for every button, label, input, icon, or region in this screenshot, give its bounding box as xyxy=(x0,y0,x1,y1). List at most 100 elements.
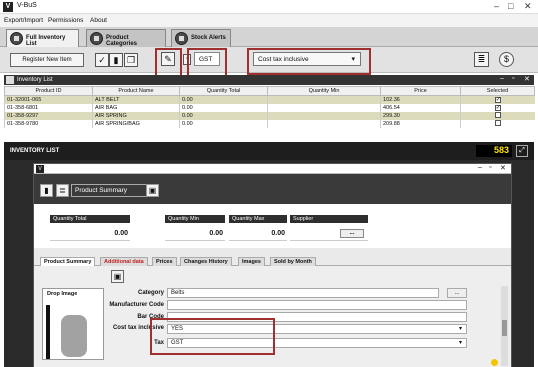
trash-icon[interactable]: ▮ xyxy=(40,184,53,197)
metric-label: Quantity Total xyxy=(50,215,130,223)
cell-product-name: AIR SPRING xyxy=(92,111,180,120)
col-selected[interactable]: Selected xyxy=(460,86,535,96)
cell-selected xyxy=(460,119,535,128)
categories-icon xyxy=(90,32,103,45)
metric-value[interactable]: 0.00 xyxy=(50,223,130,241)
cell-selected: ✓ xyxy=(460,103,535,112)
cell-quantity-total: 0.00 xyxy=(179,111,268,120)
inventory-status-bar: INVENTORY LIST 583 ⤢ xyxy=(4,142,534,160)
summary-select[interactable]: Product Summary xyxy=(71,184,157,197)
maximize-icon[interactable]: □ xyxy=(508,1,513,11)
subtab-additional-data[interactable]: Additional data xyxy=(100,257,148,266)
tab-full-inventory-list[interactable]: Full Inventory List xyxy=(6,29,79,47)
col-quantity-min[interactable]: Quantity Min xyxy=(267,86,381,96)
supplier-value[interactable]: ... xyxy=(290,223,368,241)
cell-selected: ✓ xyxy=(460,95,535,104)
checkmark-icon[interactable]: ✓ xyxy=(95,53,109,67)
save-icon[interactable]: ▣ xyxy=(111,270,124,283)
menu-about[interactable]: About xyxy=(90,17,107,24)
dollar-icon[interactable]: $ xyxy=(499,52,514,67)
expand-icon[interactable]: ⤢ xyxy=(516,145,528,157)
col-product-id[interactable]: Product ID xyxy=(4,86,93,96)
inventory-count: 583 xyxy=(476,145,512,157)
minimize-icon[interactable]: – xyxy=(478,164,482,171)
tab-label: Stock Alerts xyxy=(191,35,226,41)
selected-checkbox[interactable]: ✓ xyxy=(494,104,501,111)
chevron-down-icon: ▾ xyxy=(458,340,462,346)
minimize-icon[interactable]: – xyxy=(500,75,504,82)
alert-icon xyxy=(175,32,188,45)
subtab-prices[interactable]: Prices xyxy=(152,257,177,266)
metric-quantity-min: Quantity Min 0.00 xyxy=(165,215,225,241)
menu-permissions[interactable]: Permissions xyxy=(48,17,83,24)
app-icon: V xyxy=(36,165,44,173)
cell-product-name: AIR SPRING/BAG xyxy=(92,119,180,128)
category-label: Category xyxy=(137,290,164,296)
cell-product-id: 01-358-9297 xyxy=(4,111,93,120)
metric-quantity-max: Quantity Max 0.00 xyxy=(229,215,287,241)
cell-price: 299.30 xyxy=(380,111,461,120)
metric-value[interactable]: 0.00 xyxy=(165,223,225,241)
app-icon: V xyxy=(3,2,13,12)
manufacturer-field[interactable] xyxy=(167,300,467,310)
cell-quantity-min xyxy=(267,103,381,112)
highlight-box-tax-mode xyxy=(247,48,371,75)
highlight-box-tax xyxy=(187,48,227,78)
selected-checkbox[interactable]: ✓ xyxy=(494,96,501,103)
menu-export-import[interactable]: Export/Import xyxy=(4,17,43,24)
drop-image-area[interactable]: Drop Image xyxy=(42,288,104,360)
col-quantity-total[interactable]: Quantity Total xyxy=(179,86,268,96)
col-product-name[interactable]: Product Name xyxy=(92,86,180,96)
save-icon[interactable]: ▣ xyxy=(146,184,159,197)
cell-price: 406.54 xyxy=(380,103,461,112)
tab-label: Product Categories xyxy=(106,35,138,47)
subtab-images[interactable]: Images xyxy=(238,257,265,266)
tax-label: Tax xyxy=(154,340,164,346)
highlight-box-edit xyxy=(155,48,182,78)
cell-selected xyxy=(460,111,535,120)
app-title: V-BuS xyxy=(17,2,37,9)
tab-stock-alerts[interactable]: Stock Alerts xyxy=(171,29,231,47)
selected-checkbox[interactable] xyxy=(494,111,501,118)
subtab-sold-by-month[interactable]: Sold by Month xyxy=(270,257,316,266)
metric-label: Quantity Max xyxy=(229,215,287,223)
supplier-browse-button[interactable]: ... xyxy=(340,229,364,238)
metric-label: Supplier xyxy=(290,215,368,223)
trash-icon[interactable]: ▮ xyxy=(109,53,123,67)
cell-quantity-total: 0.00 xyxy=(179,119,268,128)
maximize-icon[interactable]: ▫ xyxy=(489,164,491,171)
selected-checkbox[interactable] xyxy=(494,119,501,126)
cell-product-name: ALT BELT xyxy=(92,95,180,104)
product-image-placeholder xyxy=(61,315,87,357)
metric-label: Quantity Min xyxy=(165,215,225,223)
highlight-box-tax-fields xyxy=(150,318,275,355)
table-row[interactable]: 01-358-9780 AIR SPRING/BAG 0.00 209.88 xyxy=(4,119,535,128)
subtab-product-summary[interactable]: Product Summary xyxy=(40,257,96,266)
close-icon[interactable]: ✕ xyxy=(500,164,506,172)
metric-value[interactable]: 0.00 xyxy=(229,223,287,241)
metric-quantity-total: Quantity Total 0.00 xyxy=(50,215,130,241)
cell-quantity-total: 0.00 xyxy=(179,95,268,104)
product-toolbar: ▮ ≣ Product Summary ▣ xyxy=(34,174,511,204)
copy-icon[interactable]: ❐ xyxy=(124,53,138,67)
notes-icon[interactable]: ≣ xyxy=(474,52,489,67)
subtab-changes-history[interactable]: Changes History xyxy=(180,257,232,266)
close-icon[interactable]: ✕ xyxy=(524,75,530,83)
minimize-icon[interactable]: – xyxy=(494,1,499,11)
table-row[interactable]: 01-358-6801 AIR BAG 0.00 406.54 ✓ xyxy=(4,103,535,112)
tab-product-categories[interactable]: Product Categories xyxy=(86,29,166,47)
col-price[interactable]: Price xyxy=(380,86,461,96)
vertical-scrollbar[interactable] xyxy=(501,286,508,366)
scrollbar-thumb[interactable] xyxy=(502,320,507,336)
category-browse-button[interactable]: ... xyxy=(447,288,467,298)
category-field[interactable]: Belts xyxy=(167,288,439,298)
restore-icon[interactable]: ▫ xyxy=(512,75,514,82)
table-row[interactable]: 01-358-9297 AIR SPRING 0.00 299.30 xyxy=(4,111,535,120)
register-new-item-button[interactable]: Register New Item xyxy=(10,53,84,67)
table-row[interactable]: 01-32001-065 ALT BELT 0.00 102.36 ✓ xyxy=(4,95,535,104)
close-icon[interactable]: ✕ xyxy=(524,1,532,12)
menu-bar: Export/Import Permissions About xyxy=(0,14,538,27)
notes-icon[interactable]: ≣ xyxy=(56,184,69,197)
cell-product-id: 01-358-6801 xyxy=(4,103,93,112)
barcode-label: Bar Code xyxy=(137,314,164,320)
